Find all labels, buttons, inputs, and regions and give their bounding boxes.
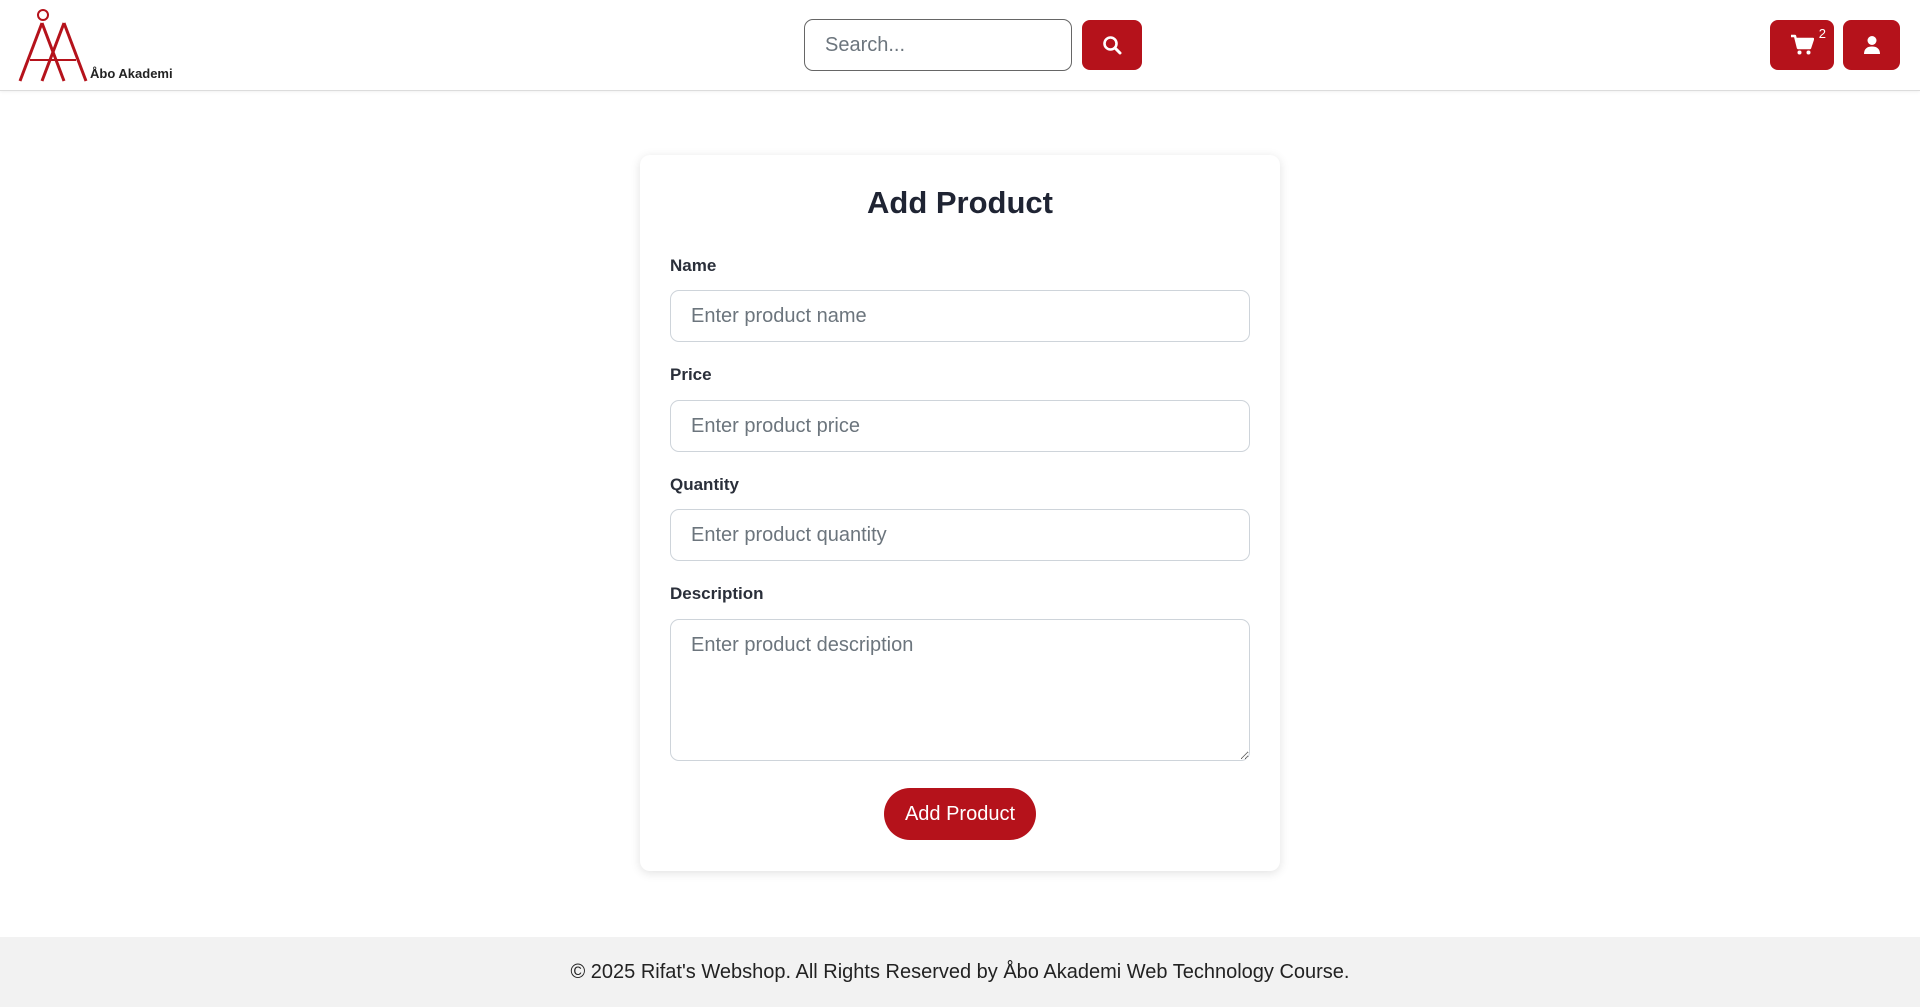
product-price-input[interactable] (670, 400, 1250, 452)
abo-akademi-logo (18, 9, 88, 82)
site-header: Åbo Akademi 2 (0, 0, 1920, 91)
product-quantity-input[interactable] (670, 509, 1250, 561)
add-product-button[interactable]: Add Product (884, 788, 1036, 840)
site-footer: © 2025 Rifat's Webshop. All Rights Reser… (0, 937, 1920, 1007)
description-label: Description (670, 584, 764, 603)
name-label: Name (670, 256, 717, 275)
footer-copyright: © 2025 Rifat's Webshop. All Rights Reser… (570, 960, 1350, 983)
product-name-input[interactable] (670, 290, 1250, 342)
search-input[interactable] (804, 19, 1072, 71)
cart-count-badge: 2 (1818, 26, 1826, 41)
quantity-label: Quantity (670, 475, 739, 494)
add-product-card: Add Product Name Price Quantity Descript… (640, 155, 1280, 871)
search-icon (1103, 36, 1122, 55)
cart-button[interactable]: 2 (1770, 20, 1834, 70)
user-account-button[interactable] (1843, 20, 1900, 70)
price-label: Price (670, 365, 712, 384)
cart-icon (1791, 34, 1814, 55)
logo-text: Åbo Akademi (90, 66, 173, 81)
site-logo[interactable]: Åbo Akademi (18, 8, 183, 84)
user-icon (1863, 36, 1880, 54)
product-description-textarea[interactable] (670, 619, 1250, 761)
page-title: Add Product (867, 185, 1053, 220)
search-button[interactable] (1082, 20, 1142, 70)
